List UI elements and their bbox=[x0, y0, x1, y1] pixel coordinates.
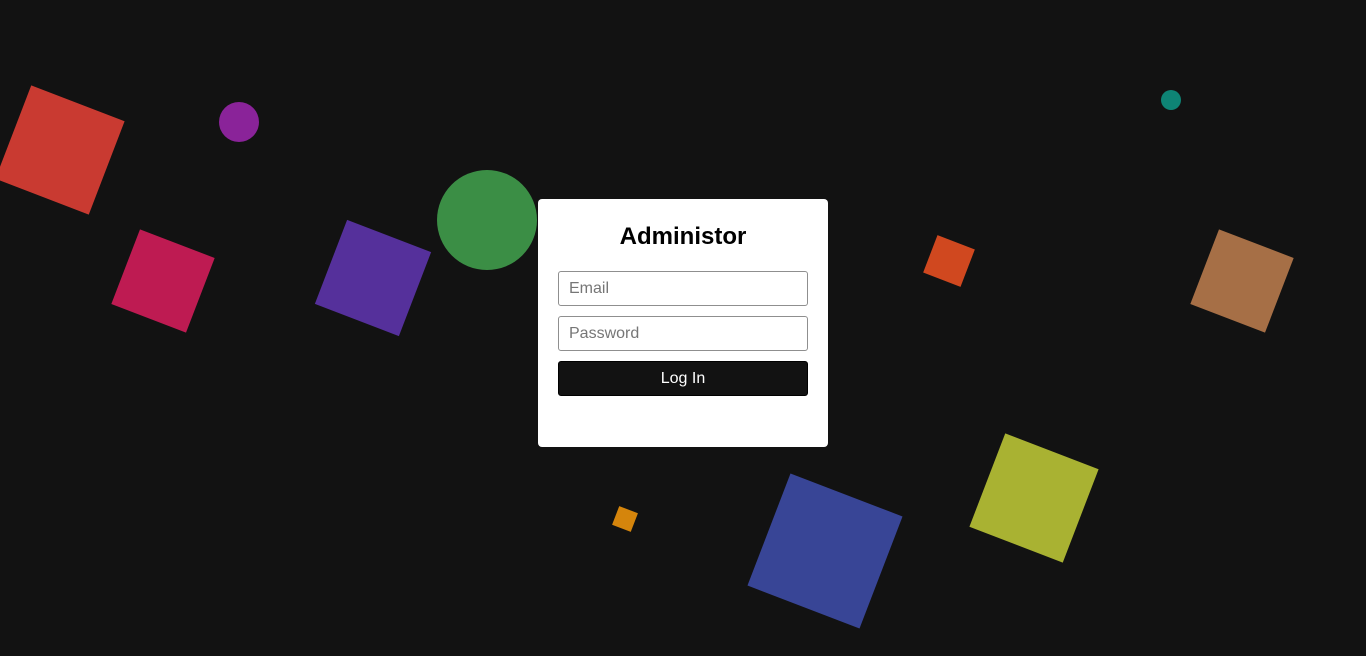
decorative-red-square bbox=[0, 85, 125, 215]
decorative-violet-square bbox=[314, 219, 432, 337]
decorative-olive-square bbox=[969, 433, 1099, 563]
decorative-orange-square bbox=[923, 235, 975, 287]
login-title: Administor bbox=[619, 223, 747, 250]
login-page: Administor Log In bbox=[0, 0, 1366, 656]
decorative-amber-square bbox=[612, 506, 638, 532]
decorative-pink-square bbox=[111, 229, 215, 333]
login-button[interactable]: Log In bbox=[558, 361, 808, 396]
decorative-blue-square bbox=[747, 473, 903, 629]
decorative-teal-circle bbox=[1161, 90, 1181, 110]
password-input[interactable] bbox=[558, 316, 808, 351]
decorative-purple-circle bbox=[219, 102, 259, 142]
decorative-green-circle bbox=[437, 170, 537, 270]
email-input[interactable] bbox=[558, 271, 808, 306]
decorative-brown-square bbox=[1190, 229, 1294, 333]
login-card: Administor Log In bbox=[538, 199, 828, 447]
